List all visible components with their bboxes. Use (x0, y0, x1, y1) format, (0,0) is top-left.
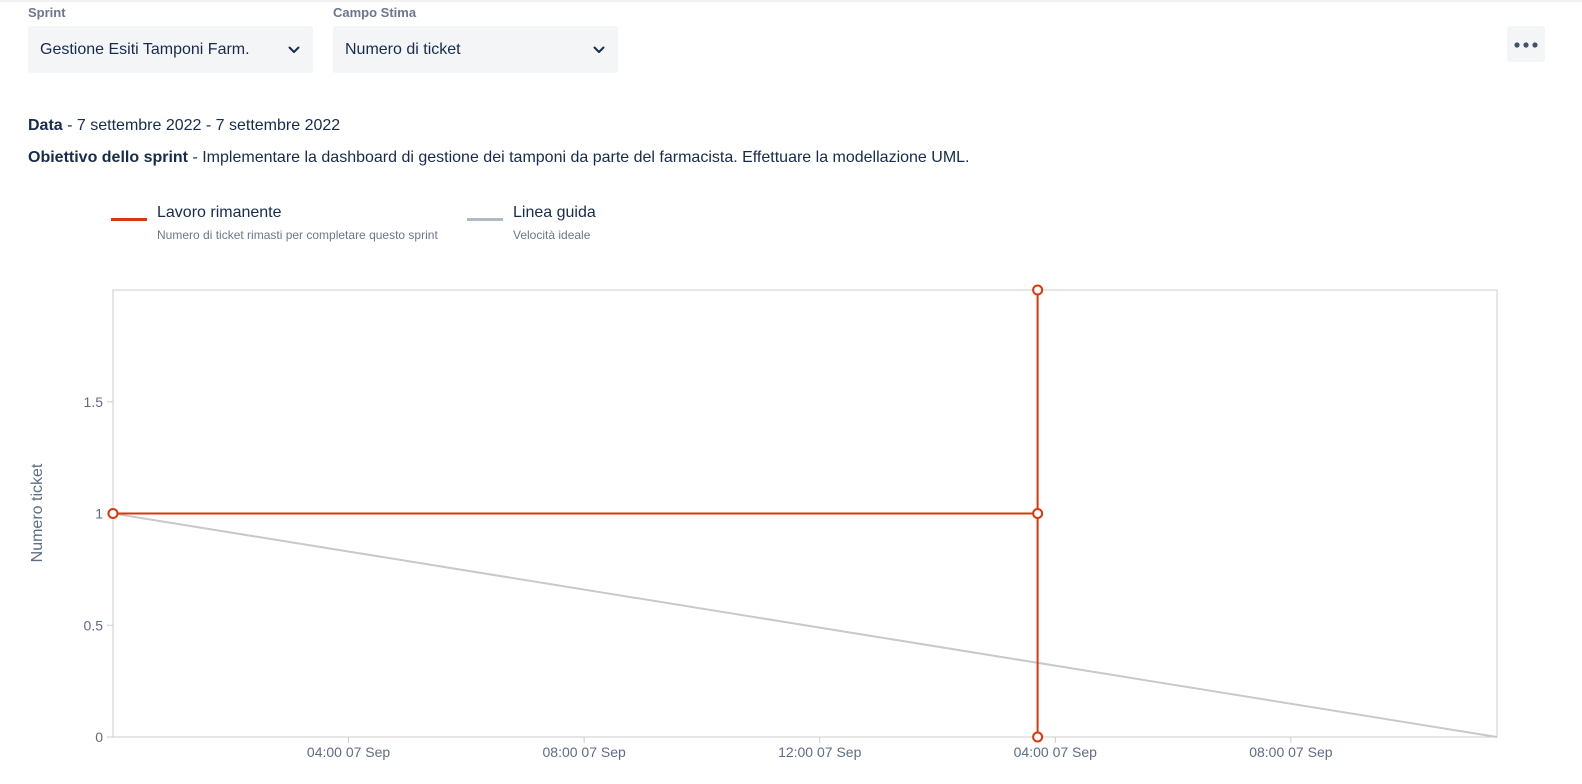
sprint-goal: Obiettivo dello sprint - Implementare la… (28, 149, 969, 167)
estimate-field-label: Campo Stima (333, 5, 417, 20)
x-tick-label: 12:00 07 Sep (778, 744, 862, 760)
sprint-select[interactable]: Gestione Esiti Tamponi Farm. (28, 26, 313, 73)
data-point-remaining-work[interactable] (1032, 508, 1044, 519)
date-value: - 7 settembre 2022 - 7 settembre 2022 (62, 117, 341, 134)
legend-title-guideline: Linea guida (513, 204, 596, 221)
estimate-select-value: Numero di ticket (345, 40, 461, 58)
x-tick-label: 04:00 07 Sep (307, 744, 391, 760)
legend-subtitle-guideline: Velocità ideale (513, 228, 591, 242)
y-axis-label: Numero ticket (29, 463, 46, 562)
y-tick-label: 1.5 (84, 394, 104, 410)
chevron-down-icon (592, 43, 606, 57)
sprint-select-value: Gestione Esiti Tamponi Farm. (40, 40, 250, 58)
legend-title-remaining: Lavoro rimanente (157, 204, 282, 221)
x-tick-label: 08:00 07 Sep (543, 744, 627, 760)
data-point-remaining-work[interactable] (107, 508, 119, 519)
x-axis: 04:00 07 Sep 08:00 07 Sep 12:00 07 Sep 04:0… (307, 737, 1333, 760)
more-horizontal-icon (1514, 35, 1538, 53)
sprint-field-label: Sprint (28, 5, 66, 20)
data-point-remaining-work[interactable] (1032, 731, 1044, 743)
series-line-guideline (112, 512, 1498, 738)
estimate-select[interactable]: Numero di ticket (333, 26, 618, 73)
date-label: Data (28, 117, 63, 134)
chevron-down-icon (287, 43, 301, 57)
legend-subtitle-remaining: Numero di ticket rimasti per completare … (157, 228, 438, 242)
y-tick-label: 1 (95, 506, 103, 522)
x-tick-label: 08:00 07 Sep (1249, 744, 1333, 760)
more-actions-button[interactable] (1507, 26, 1545, 62)
legend-swatch-guideline (467, 218, 503, 221)
sprint-date: Data - 7 settembre 2022 - 7 settembre 20… (28, 117, 340, 135)
series-line-remaining-work (113, 290, 1039, 737)
top-divider (0, 0, 1582, 2)
x-tick-label: 04:00 07 Sep (1014, 744, 1098, 760)
goal-value: - Implementare la dashboard di gestione … (188, 149, 970, 166)
data-point-remaining-work[interactable] (1032, 284, 1044, 296)
y-tick-label: 0.5 (84, 617, 104, 633)
y-tick-label: 0 (95, 729, 103, 745)
goal-label: Obiettivo dello sprint (28, 149, 189, 166)
series-layer (107, 284, 1498, 743)
legend-swatch-remaining (111, 218, 147, 221)
plot-area-border (112, 289, 1498, 738)
y-axis: 0 0.5 1 1.5 (84, 394, 113, 745)
